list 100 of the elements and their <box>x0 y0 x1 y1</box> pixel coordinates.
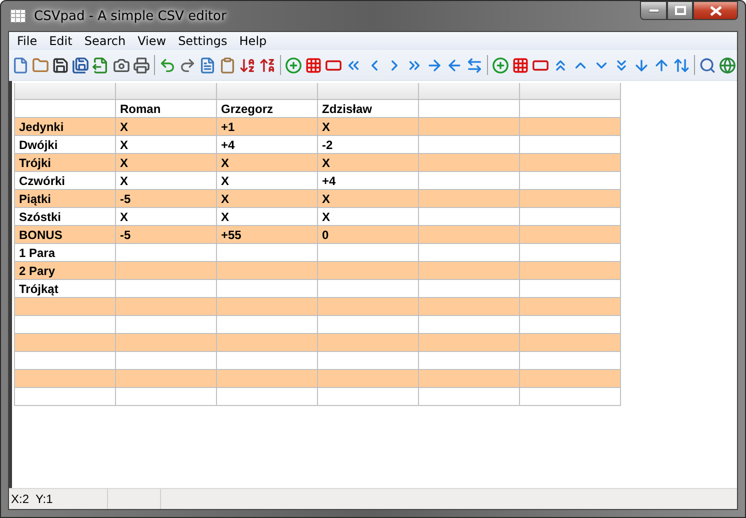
table-cell[interactable] <box>419 352 520 370</box>
table-cell[interactable]: X <box>318 208 419 226</box>
table-cell[interactable] <box>419 190 520 208</box>
table-cell[interactable] <box>318 370 419 388</box>
table-cell[interactable] <box>520 352 621 370</box>
table-cell[interactable]: +4 <box>217 136 318 154</box>
column-header[interactable] <box>15 83 116 100</box>
table-cell[interactable] <box>217 388 318 406</box>
table-cell[interactable] <box>116 316 217 334</box>
table-cell[interactable] <box>217 334 318 352</box>
table-cell[interactable]: X <box>217 154 318 172</box>
table-cell[interactable] <box>520 226 621 244</box>
table-cell[interactable]: 0 <box>318 226 419 244</box>
table-cell[interactable]: Roman <box>116 100 217 118</box>
table-cell[interactable] <box>419 262 520 280</box>
table-cell[interactable]: -2 <box>318 136 419 154</box>
table-cell[interactable]: -5 <box>116 190 217 208</box>
maximize-button[interactable] <box>667 1 693 20</box>
column-header[interactable] <box>116 83 217 100</box>
table-cell[interactable] <box>116 334 217 352</box>
table-cell[interactable]: Zdzisław <box>318 100 419 118</box>
table-cell[interactable] <box>217 298 318 316</box>
table-cell[interactable] <box>116 262 217 280</box>
table-cell[interactable] <box>15 370 116 388</box>
table-cell[interactable]: Grzegorz <box>217 100 318 118</box>
table-cell[interactable] <box>217 352 318 370</box>
table-cell[interactable]: X <box>318 190 419 208</box>
table-cell[interactable] <box>15 334 116 352</box>
table-cell[interactable]: Trójkąt <box>15 280 116 298</box>
table-cell[interactable]: BONUS <box>15 226 116 244</box>
table-cell[interactable]: X <box>318 154 419 172</box>
table-cell[interactable]: X <box>318 118 419 136</box>
table-cell[interactable]: Czwórki <box>15 172 116 190</box>
column-header[interactable] <box>318 83 419 100</box>
table-cell[interactable] <box>116 244 217 262</box>
table-cell[interactable] <box>217 244 318 262</box>
table-cell[interactable] <box>217 280 318 298</box>
table-cell[interactable]: Jedynki <box>15 118 116 136</box>
table-cell[interactable] <box>15 388 116 406</box>
table-cell[interactable] <box>520 172 621 190</box>
table-cell[interactable]: X <box>116 208 217 226</box>
table-cell[interactable]: X <box>116 154 217 172</box>
table-cell[interactable] <box>520 388 621 406</box>
table-cell[interactable] <box>318 352 419 370</box>
table-cell[interactable] <box>419 136 520 154</box>
table-cell[interactable] <box>419 280 520 298</box>
table-cell[interactable]: X <box>217 172 318 190</box>
table-cell[interactable]: 1 Para <box>15 244 116 262</box>
table-cell[interactable]: Dwójki <box>15 136 116 154</box>
table-cell[interactable] <box>520 298 621 316</box>
table-cell[interactable] <box>116 280 217 298</box>
table-cell[interactable] <box>15 352 116 370</box>
table-cell[interactable] <box>217 316 318 334</box>
table-cell[interactable] <box>318 316 419 334</box>
table-cell[interactable] <box>419 100 520 118</box>
table-cell[interactable] <box>520 100 621 118</box>
table-cell[interactable] <box>318 280 419 298</box>
column-header[interactable] <box>520 83 621 100</box>
table-cell[interactable] <box>116 370 217 388</box>
menu-item[interactable]: View <box>132 34 172 48</box>
menu-item[interactable]: Search <box>78 34 132 48</box>
table-cell[interactable] <box>217 370 318 388</box>
table-cell[interactable] <box>419 226 520 244</box>
table-cell[interactable] <box>318 262 419 280</box>
table-cell[interactable] <box>15 316 116 334</box>
column-header[interactable] <box>419 83 520 100</box>
table-cell[interactable]: Piątki <box>15 190 116 208</box>
table-cell[interactable]: -5 <box>116 226 217 244</box>
table-cell[interactable] <box>520 262 621 280</box>
table-cell[interactable] <box>116 352 217 370</box>
table-cell[interactable] <box>520 118 621 136</box>
table-cell[interactable] <box>318 388 419 406</box>
table-cell[interactable] <box>15 298 116 316</box>
table-cell[interactable]: X <box>116 172 217 190</box>
table-cell[interactable] <box>520 280 621 298</box>
table-cell[interactable] <box>116 388 217 406</box>
minimize-button[interactable] <box>640 1 667 20</box>
table-cell[interactable] <box>419 154 520 172</box>
table-cell[interactable]: Trójki <box>15 154 116 172</box>
table-cell[interactable] <box>520 208 621 226</box>
table-cell[interactable] <box>116 298 217 316</box>
table-cell[interactable] <box>520 316 621 334</box>
table-cell[interactable]: X <box>217 190 318 208</box>
table-cell[interactable]: Szóstki <box>15 208 116 226</box>
table-cell[interactable]: +55 <box>217 226 318 244</box>
menu-item[interactable]: File <box>11 34 44 48</box>
table-cell[interactable] <box>318 298 419 316</box>
table-cell[interactable] <box>419 388 520 406</box>
close-button[interactable] <box>693 1 738 20</box>
table-cell[interactable]: +4 <box>318 172 419 190</box>
menu-item[interactable]: Settings <box>172 34 234 48</box>
table-cell[interactable] <box>520 136 621 154</box>
table-cell[interactable]: X <box>116 118 217 136</box>
table-cell[interactable]: X <box>116 136 217 154</box>
table-cell[interactable] <box>318 334 419 352</box>
column-header[interactable] <box>217 83 318 100</box>
table-cell[interactable] <box>419 298 520 316</box>
table-cell[interactable] <box>520 370 621 388</box>
table-cell[interactable] <box>419 316 520 334</box>
table-cell[interactable] <box>217 262 318 280</box>
